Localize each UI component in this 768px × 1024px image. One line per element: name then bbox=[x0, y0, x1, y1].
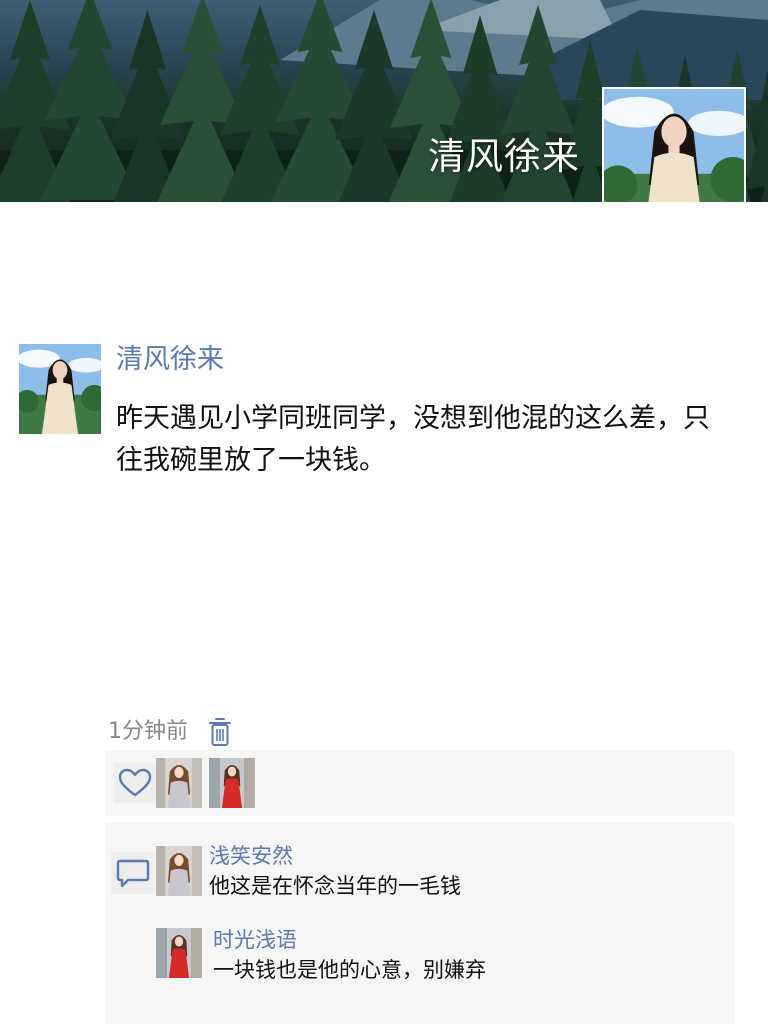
commenter-name[interactable]: 浅笑安然 bbox=[209, 842, 293, 870]
liker-avatar[interactable] bbox=[156, 758, 202, 808]
cover-profile-name: 清风徐来 bbox=[428, 135, 580, 178]
comment-bubble-icon[interactable] bbox=[111, 852, 155, 894]
heart-icon[interactable] bbox=[114, 763, 156, 803]
cover-image[interactable]: 清风徐来 bbox=[0, 0, 768, 202]
post-content: 昨天遇见小学同班同学，没想到他混的这么差，只往我碗里放了一块钱。 bbox=[116, 403, 710, 476]
post-meta: 1分钟前 bbox=[108, 716, 232, 748]
post-author-avatar[interactable] bbox=[19, 344, 101, 434]
post-timestamp: 1分钟前 bbox=[108, 719, 188, 744]
pine-tree bbox=[40, 0, 140, 200]
liker-avatar[interactable] bbox=[209, 758, 255, 808]
comments-panel: 浅笑安然 他这是在怀念当年的一毛钱 时光浅语 一块钱也是他的心意，别嫌弃 bbox=[105, 822, 734, 1024]
post-author-name[interactable]: 清风徐来 bbox=[116, 340, 224, 380]
commenter-name[interactable]: 时光浅语 bbox=[213, 926, 297, 954]
commenter-avatar[interactable] bbox=[156, 846, 202, 896]
trash-icon[interactable] bbox=[208, 717, 232, 747]
likes-panel bbox=[105, 750, 734, 816]
commenter-avatar[interactable] bbox=[156, 928, 202, 978]
comment-text: 一块钱也是他的心意，别嫌弃 bbox=[213, 958, 486, 982]
comment-text: 他这是在怀念当年的一毛钱 bbox=[209, 874, 461, 898]
profile-avatar[interactable] bbox=[602, 87, 746, 202]
